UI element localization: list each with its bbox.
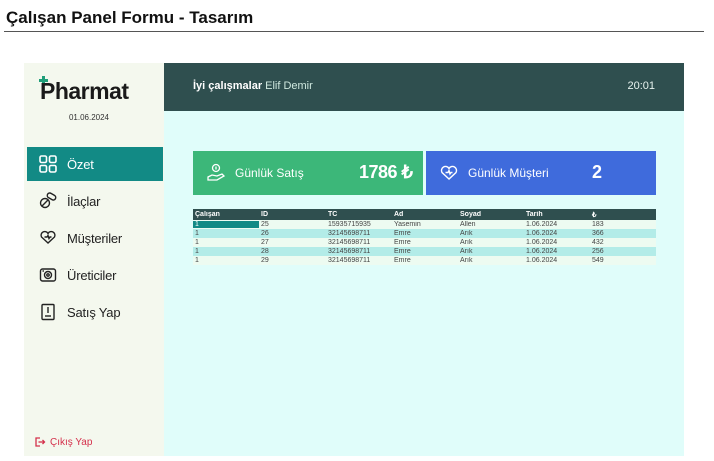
column-header[interactable]: Soyad: [458, 211, 524, 218]
table-row[interactable]: 1 29 32145698711 Emre Arık 1.06.2024 549: [193, 256, 656, 265]
sidebar-item-label: İlaçlar: [67, 193, 101, 209]
grid-icon: [37, 153, 59, 175]
sidebar-item-label: Üreticiler: [67, 267, 117, 283]
table-cell[interactable]: Yasemin: [392, 221, 458, 228]
app-logo: Pharmat: [40, 78, 129, 104]
sidebar-item-label: Özet: [67, 156, 94, 172]
daily-sales-card: Günlük Satış 1786 ₺: [193, 151, 423, 195]
sidebar-item-label: Satış Yap: [67, 304, 121, 320]
sidebar-date: 01.06.2024: [68, 113, 110, 122]
table-cell[interactable]: Emre: [392, 239, 458, 246]
table-cell[interactable]: 32145698711: [326, 248, 392, 255]
table-cell[interactable]: Emre: [392, 248, 458, 255]
clock: 20:01: [627, 80, 655, 92]
daily-customers-card: Günlük Müşteri 2: [426, 151, 656, 195]
table-cell[interactable]: Arık: [458, 257, 524, 264]
user-name: Elif Demir: [265, 80, 313, 92]
factory-icon: [37, 264, 59, 286]
sidebar-item-label: Müşteriler: [67, 230, 123, 246]
logout-label: Çıkış Yap: [50, 436, 93, 448]
app-window: Pharmat 01.06.2024 Özet İlaçlar Müşteril…: [24, 63, 684, 456]
money-hand-icon: [203, 160, 229, 186]
table-row[interactable]: 1 25 15935715935 Yasemin Allen 1.06.2024…: [193, 220, 656, 229]
table-cell[interactable]: 256: [590, 248, 656, 255]
table-row[interactable]: 1 27 32145698711 Emre Arık 1.06.2024 432: [193, 238, 656, 247]
table-cell[interactable]: Arık: [458, 248, 524, 255]
table-cell[interactable]: 32145698711: [326, 257, 392, 264]
greeting-text: İyi çalışmalar: [193, 80, 263, 92]
sidebar: Pharmat 01.06.2024 Özet İlaçlar Müşteril…: [24, 63, 164, 456]
table-cell[interactable]: 26: [259, 230, 326, 237]
table-cell[interactable]: 1: [193, 248, 259, 255]
table-cell[interactable]: 29: [259, 257, 326, 264]
table-cell[interactable]: Allen: [458, 221, 524, 228]
document-title: Çalışan Panel Formu - Tasarım: [6, 8, 254, 27]
table-cell[interactable]: 366: [590, 230, 656, 237]
daily-customers-label: Günlük Müşteri: [468, 166, 549, 180]
table-cell[interactable]: 28: [259, 248, 326, 255]
column-header[interactable]: Tarih: [524, 211, 590, 218]
daily-sales-value: 1786 ₺: [359, 162, 413, 182]
logout-button[interactable]: Çıkış Yap: [34, 436, 92, 448]
table-cell[interactable]: 1: [193, 221, 259, 228]
column-header[interactable]: TC: [326, 211, 392, 218]
table-cell[interactable]: 1.06.2024: [524, 221, 590, 228]
table-row[interactable]: 1 28 32145698711 Emre Arık 1.06.2024 256: [193, 247, 656, 256]
table-cell[interactable]: 183: [590, 221, 656, 228]
sidebar-item-musteriler[interactable]: Müşteriler: [27, 221, 163, 255]
sidebar-item-satis-yap[interactable]: Satış Yap: [27, 295, 163, 329]
table-cell[interactable]: 25: [259, 221, 326, 228]
daily-sales-label: Günlük Satış: [235, 166, 304, 180]
table-cell[interactable]: 32145698711: [326, 230, 392, 237]
title-divider: [4, 31, 704, 32]
table-cell[interactable]: 1: [193, 239, 259, 246]
table-header: Çalışan ID TC Ad Soyad Tarih ₺: [193, 209, 656, 220]
sidebar-nav: Özet İlaçlar Müşteriler Üreticiler Satış…: [27, 147, 163, 332]
table-cell[interactable]: 32145698711: [326, 239, 392, 246]
sales-table: Çalışan ID TC Ad Soyad Tarih ₺ 1 25 1593…: [193, 209, 656, 265]
column-header[interactable]: ₺: [590, 211, 656, 219]
table-cell[interactable]: 549: [590, 257, 656, 264]
receipt-icon: [37, 301, 59, 323]
greeting: İyi çalışmalar Elif Demir: [193, 80, 313, 92]
table-cell[interactable]: 15935715935: [326, 221, 392, 228]
sidebar-item-ozet[interactable]: Özet: [27, 147, 163, 181]
table-cell[interactable]: 1: [193, 230, 259, 237]
table-cell[interactable]: Arık: [458, 230, 524, 237]
table-cell[interactable]: Emre: [392, 257, 458, 264]
column-header[interactable]: Ad: [392, 211, 458, 218]
top-header: İyi çalışmalar Elif Demir 20:01: [164, 63, 684, 111]
table-cell[interactable]: 1: [193, 257, 259, 264]
table-cell[interactable]: Emre: [392, 230, 458, 237]
logout-icon: [35, 437, 46, 447]
column-header[interactable]: Çalışan: [193, 211, 259, 218]
table-row[interactable]: 1 26 32145698711 Emre Arık 1.06.2024 366: [193, 229, 656, 238]
table-cell[interactable]: 1.06.2024: [524, 248, 590, 255]
table-cell[interactable]: 27: [259, 239, 326, 246]
heart-hand-icon: [37, 227, 59, 249]
daily-customers-value: 2: [592, 162, 602, 182]
table-cell[interactable]: 1.06.2024: [524, 239, 590, 246]
table-cell[interactable]: 1.06.2024: [524, 230, 590, 237]
sidebar-item-ilaclar[interactable]: İlaçlar: [27, 184, 163, 218]
column-header[interactable]: ID: [259, 211, 326, 218]
table-cell[interactable]: 432: [590, 239, 656, 246]
pills-icon: [37, 190, 59, 212]
table-cell[interactable]: Arık: [458, 239, 524, 246]
sidebar-item-ureticiler[interactable]: Üreticiler: [27, 258, 163, 292]
table-cell[interactable]: 1.06.2024: [524, 257, 590, 264]
heart-hand-icon: [436, 160, 462, 186]
